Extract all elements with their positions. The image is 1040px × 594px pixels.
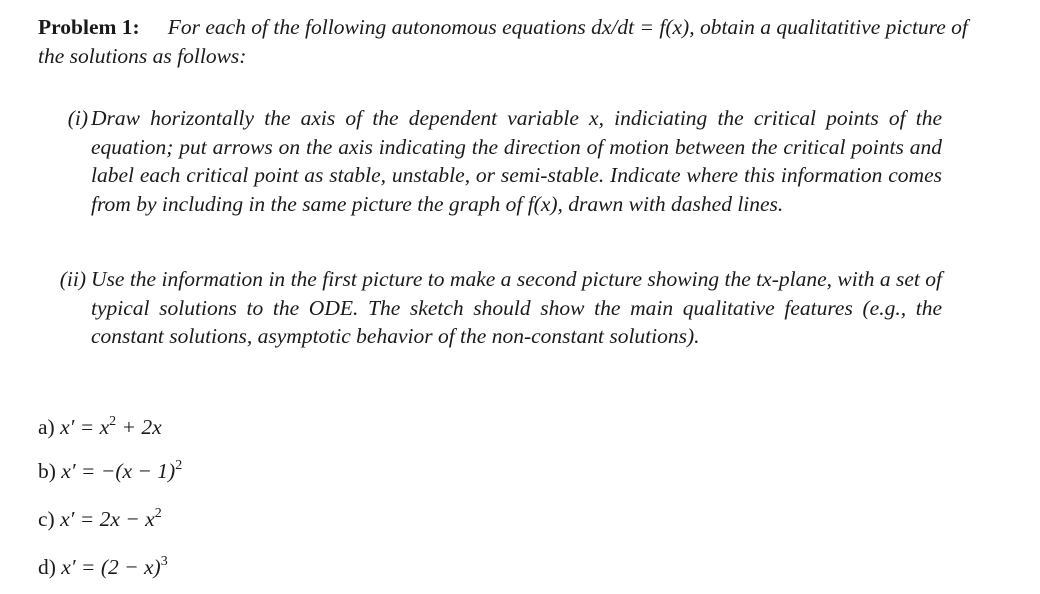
document-page: Problem 1: For each of the following auto… <box>0 0 1040 594</box>
equation-b: b) x′ = −(x − 1)2 <box>38 457 182 485</box>
instruction-number: (ii) <box>59 267 86 291</box>
equation-rhs-tail: + 2x <box>116 415 162 439</box>
equation-rhs: 2x − x <box>99 507 155 531</box>
instruction-item-i: (i) Draw horizontally the axis of the de… <box>52 104 942 219</box>
problem-label: Problem 1: <box>38 15 140 39</box>
equation-lhs: x′ = <box>60 415 95 439</box>
equation-label: d) <box>38 555 56 579</box>
equation-d: d) x′ = (2 − x)3 <box>38 553 168 581</box>
equation-label: b) <box>38 459 56 483</box>
equation-lhs: x′ = <box>60 507 95 531</box>
instruction-text: Draw horizontally the axis of the depend… <box>91 106 942 217</box>
equation-exponent: 2 <box>175 458 183 473</box>
instruction-text: Use the information in the first picture… <box>91 267 942 349</box>
equation-a: a) x′ = x2 + 2x <box>38 413 162 441</box>
equation-rhs: −(x − 1) <box>100 459 176 483</box>
equation-exponent: 3 <box>160 554 168 569</box>
equation-c: c) x′ = 2x − x2 <box>38 505 162 533</box>
equation-rhs: (2 − x) <box>100 555 161 579</box>
problem-intro-text: For each of the following autonomous equ… <box>38 15 968 68</box>
equation-label: c) <box>38 507 55 531</box>
instruction-number: (i) <box>67 106 88 130</box>
problem-intro: Problem 1: For each of the following auto… <box>38 13 978 71</box>
equation-lhs: x′ = <box>61 459 96 483</box>
equation-label: a) <box>38 415 55 439</box>
equation-rhs: x <box>99 415 110 439</box>
equation-exponent: 2 <box>154 506 162 521</box>
instruction-item-ii: (ii) Use the information in the first pi… <box>48 265 942 351</box>
equation-lhs: x′ = <box>61 555 96 579</box>
